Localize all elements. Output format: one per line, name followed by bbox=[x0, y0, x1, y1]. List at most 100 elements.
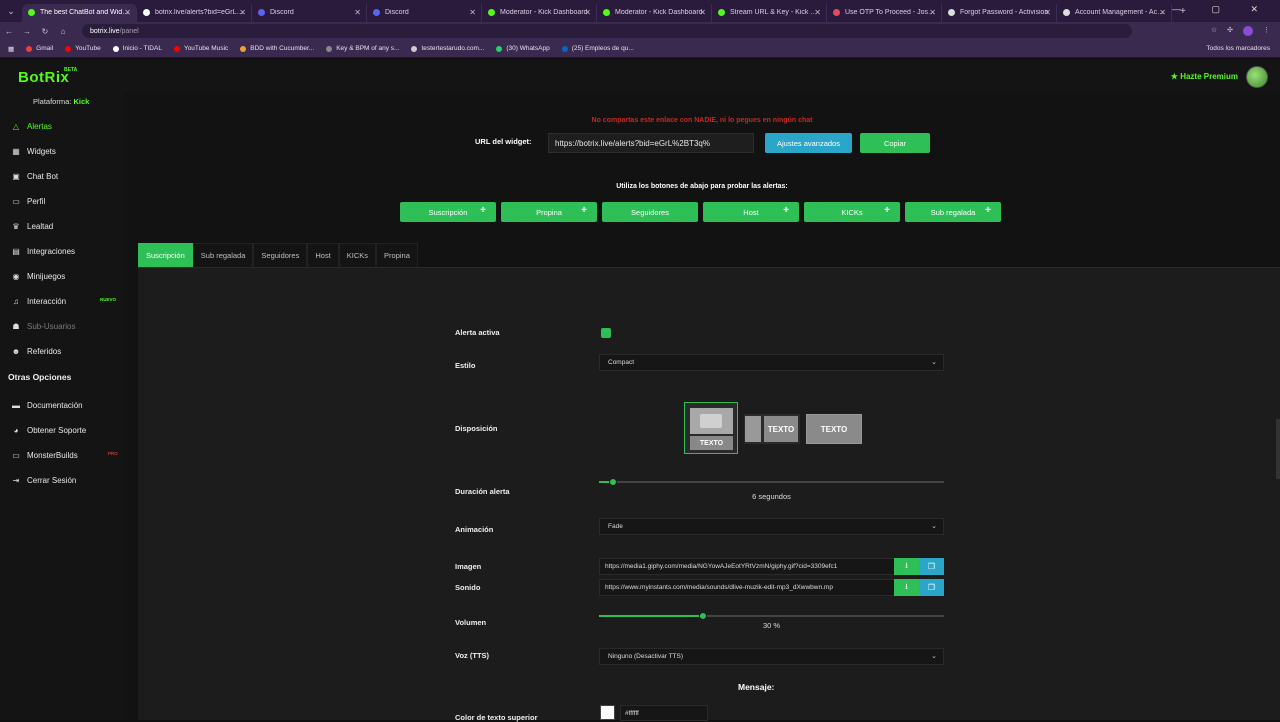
bookmark-item[interactable]: testertestarudo.com... bbox=[411, 45, 484, 52]
image-gallery-icon[interactable]: ❐ bbox=[919, 558, 944, 575]
top-text-color-input[interactable]: #ffffff bbox=[620, 705, 708, 721]
sidebar-item[interactable]: ♛ Lealtad bbox=[0, 216, 124, 236]
browser-tab[interactable]: Moderator - Kick Dashboard ✕ bbox=[482, 3, 597, 22]
tab-alert-type[interactable]: Sub regalada bbox=[192, 243, 254, 267]
forward-arrow-icon[interactable]: → bbox=[18, 27, 36, 36]
extensions-icon[interactable]: ✣ bbox=[1227, 26, 1233, 36]
sidebar-item-icon: ▣ bbox=[12, 171, 20, 181]
sidebar-other-item[interactable]: ▭ MonsterBuilds PRO bbox=[0, 445, 124, 465]
widget-url-field[interactable]: https://botrix.live/alerts?bid=eGrL%2BT3… bbox=[548, 133, 754, 153]
close-icon[interactable]: ✕ bbox=[124, 8, 131, 17]
tab-title: Discord bbox=[270, 9, 294, 16]
tab-alert-type[interactable]: Seguidores bbox=[253, 243, 308, 267]
close-icon[interactable]: ✕ bbox=[354, 8, 361, 17]
layout-option-side[interactable]: TEXTO bbox=[744, 414, 800, 444]
sidebar-item-icon: ▦ bbox=[12, 146, 20, 156]
bookmark-item[interactable]: (30) WhatsApp bbox=[496, 45, 550, 52]
style-select[interactable]: Compact ⌄ bbox=[599, 354, 944, 371]
close-icon[interactable]: ✕ bbox=[1044, 8, 1051, 17]
sidebar-other-item[interactable]: ▬ Documentación bbox=[0, 395, 124, 415]
tab-alert-type[interactable]: Suscripción bbox=[138, 243, 193, 267]
close-icon[interactable]: ✕ bbox=[1159, 8, 1166, 17]
profile-avatar[interactable] bbox=[1243, 26, 1253, 36]
bookmark-item[interactable]: YouTube Music bbox=[173, 45, 228, 52]
image-url-input[interactable]: https://media1.giphy.com/media/NGYowAJeE… bbox=[599, 558, 896, 575]
browser-tab[interactable]: botrix.live/alerts?bid=eGrL%2 ✕ bbox=[137, 3, 252, 22]
tab-search-icon[interactable]: ⌄ bbox=[0, 0, 22, 22]
close-icon[interactable]: ✕ bbox=[814, 8, 821, 17]
sidebar-item[interactable]: ♫ Interacción NUEVO bbox=[0, 291, 124, 311]
browser-tab[interactable]: The best ChatBot and Widgets ✕ bbox=[22, 3, 137, 22]
bookmark-item[interactable]: Key & BPM of any s... bbox=[326, 45, 399, 52]
layout-option-stacked[interactable]: TEXTO bbox=[684, 402, 738, 454]
tab-alert-type[interactable]: Host bbox=[307, 243, 339, 267]
browser-tab[interactable]: Forgot Password - Activision ✕ bbox=[942, 3, 1057, 22]
bookmark-item[interactable]: Gmail bbox=[26, 45, 53, 52]
home-icon[interactable]: ⌂ bbox=[54, 27, 72, 36]
volume-slider[interactable] bbox=[599, 612, 944, 620]
browser-tab[interactable]: Use OTP To Proceed - Jossi54 ✕ bbox=[827, 3, 942, 22]
sidebar-item[interactable]: ▤ Integraciones bbox=[0, 241, 124, 261]
browser-tab[interactable]: Account Management - Activi ✕ bbox=[1057, 3, 1172, 22]
sidebar-item[interactable]: ◉ Minijuegos bbox=[0, 266, 124, 286]
test-alert-button[interactable]: Seguidores bbox=[602, 202, 698, 222]
test-alert-button[interactable]: Sub regalada + bbox=[905, 202, 1001, 222]
close-icon[interactable]: ✕ bbox=[929, 8, 936, 17]
browser-tab[interactable]: Discord ✕ bbox=[367, 3, 482, 22]
bookmark-item[interactable]: YouTube bbox=[65, 45, 101, 52]
bookmark-item[interactable]: Inicio - TIDAL bbox=[112, 45, 162, 52]
sound-url-input[interactable]: https://www.myinstants.com/media/sounds/… bbox=[599, 579, 896, 596]
sidebar-item[interactable]: △ Alertas bbox=[0, 116, 124, 136]
sidebar-item[interactable]: ▭ Perfil bbox=[0, 191, 124, 211]
sidebar-item[interactable]: ▦ Widgets bbox=[0, 141, 124, 161]
user-avatar[interactable] bbox=[1246, 66, 1268, 88]
top-text-color-swatch[interactable] bbox=[600, 705, 615, 720]
sidebar-item[interactable]: ☻ Referidos bbox=[0, 341, 124, 361]
menu-kebab-icon[interactable]: ⋮ bbox=[1263, 26, 1270, 36]
copy-button[interactable]: Copiar bbox=[860, 133, 930, 153]
bookmark-item[interactable]: (25) Empleos de qu... bbox=[561, 45, 634, 52]
sound-upload-icon[interactable]: ⭳ bbox=[894, 579, 919, 596]
all-bookmarks-link[interactable]: Todos los marcadores bbox=[1206, 45, 1280, 52]
close-icon[interactable]: ✕ bbox=[584, 8, 591, 17]
sound-gallery-icon[interactable]: ❐ bbox=[919, 579, 944, 596]
page-scrollbar[interactable] bbox=[1276, 419, 1280, 479]
back-arrow-icon[interactable]: ← bbox=[0, 27, 18, 36]
tab-alert-type[interactable]: Propina bbox=[376, 243, 418, 267]
bookmark-label: YouTube bbox=[75, 45, 101, 52]
test-alert-button[interactable]: Suscripción + bbox=[400, 202, 496, 222]
close-icon[interactable]: ✕ bbox=[239, 8, 246, 17]
reload-icon[interactable]: ↻ bbox=[36, 27, 54, 36]
layout-option-overlay[interactable]: TEXTO bbox=[806, 414, 862, 444]
tab-favicon-icon bbox=[488, 9, 495, 16]
window-controls[interactable]: — ▢ ✕ bbox=[1172, 4, 1272, 15]
sidebar-item[interactable]: ▣ Chat Bot bbox=[0, 166, 124, 186]
sidebar-item[interactable]: ☗ Sub-Usuarios bbox=[0, 316, 124, 336]
tts-select[interactable]: Ninguno (Desactivar TTS) ⌄ bbox=[599, 648, 944, 665]
sidebar-other-item[interactable]: ⇥ Cerrar Sesión bbox=[0, 470, 124, 490]
test-alert-button[interactable]: Propina + bbox=[501, 202, 597, 222]
image-upload-icon[interactable]: ⭳ bbox=[894, 558, 919, 575]
bookmark-item[interactable]: BDD with Cucumber... bbox=[240, 45, 314, 52]
test-alert-button[interactable]: KICKs + bbox=[804, 202, 900, 222]
apps-grid-icon[interactable]: ▦ bbox=[8, 45, 14, 53]
tab-alert-type[interactable]: KICKs bbox=[338, 243, 377, 267]
browser-tab[interactable]: Discord ✕ bbox=[252, 3, 367, 22]
close-icon[interactable]: ✕ bbox=[699, 8, 706, 17]
browser-tab[interactable]: Moderator - Kick Dashboard ✕ bbox=[597, 3, 712, 22]
bookmark-star-icon[interactable]: ☆ bbox=[1211, 26, 1217, 36]
url-input[interactable]: botrix.live/panel bbox=[82, 24, 1132, 38]
advanced-settings-button[interactable]: Ajustes avanzados bbox=[765, 133, 852, 153]
browser-tab[interactable]: Stream URL & Key - Kick Dash ✕ bbox=[712, 3, 827, 22]
duration-slider[interactable] bbox=[599, 478, 944, 486]
sidebar-other-item[interactable]: ◕ Obtener Soporte bbox=[0, 420, 124, 440]
close-icon[interactable]: ✕ bbox=[469, 8, 476, 17]
volume-slider-handle[interactable] bbox=[698, 612, 707, 620]
test-alert-button[interactable]: Host + bbox=[703, 202, 799, 222]
premium-button[interactable]: ★ Hazte Premium bbox=[1171, 72, 1238, 81]
bookmark-favicon-icon bbox=[326, 45, 333, 52]
animation-select[interactable]: Fade ⌄ bbox=[599, 518, 944, 535]
alert-active-checkbox[interactable] bbox=[601, 328, 611, 338]
botrix-logo[interactable]: BotRix bbox=[18, 69, 69, 86]
duration-slider-handle[interactable] bbox=[608, 478, 617, 486]
